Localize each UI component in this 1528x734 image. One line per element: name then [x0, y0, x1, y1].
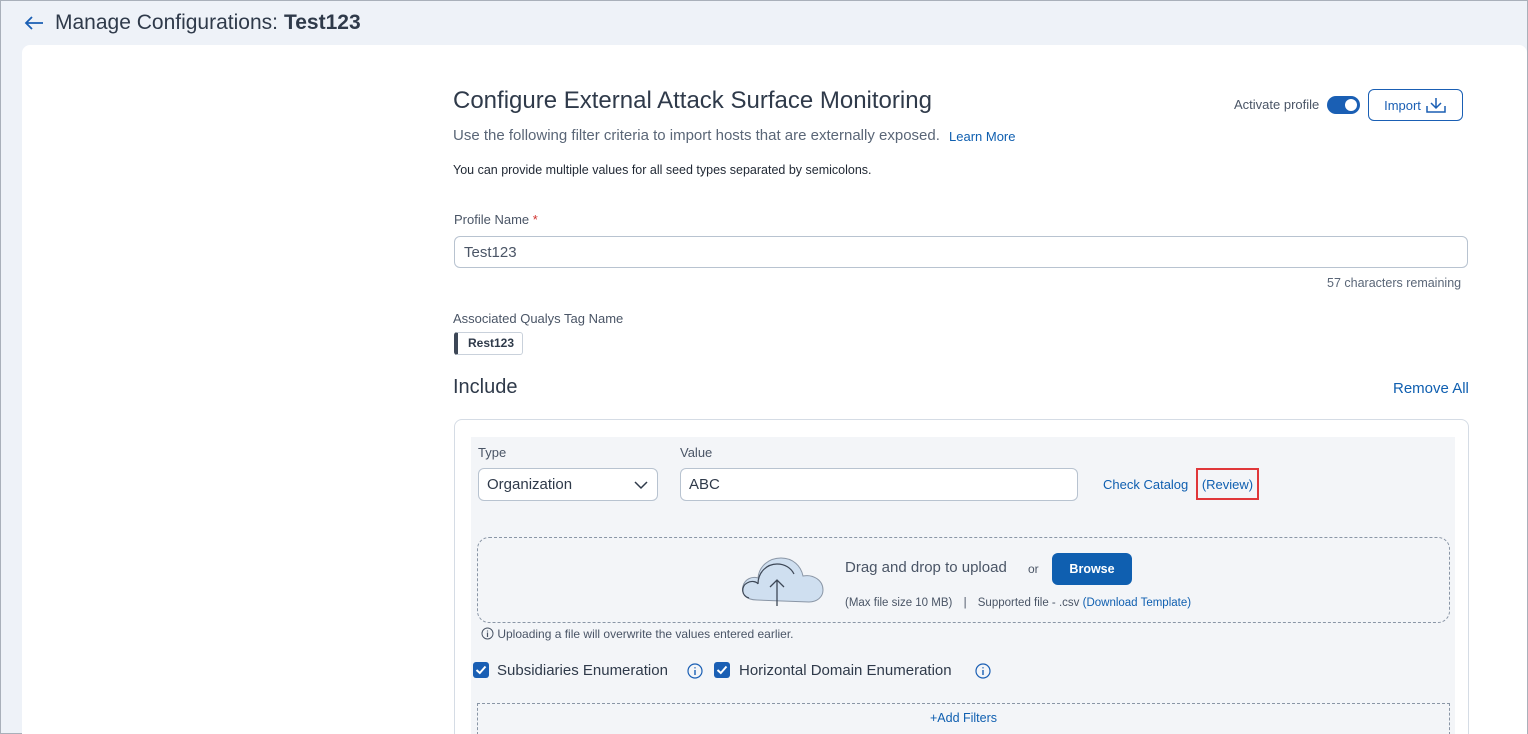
type-select[interactable]: Organization	[478, 468, 658, 501]
value-label: Value	[680, 445, 713, 460]
form-note: You can provide multiple values for all …	[453, 163, 872, 177]
remove-all-link[interactable]: Remove All	[1393, 380, 1469, 397]
add-filters-button[interactable]: + Add Filters	[477, 703, 1450, 734]
upload-note: Uploading a file will overwrite the valu…	[481, 627, 794, 641]
value-input[interactable]	[680, 468, 1078, 501]
subsidiaries-info-icon[interactable]	[687, 663, 703, 679]
profile-name-label: Profile Name *	[454, 212, 538, 227]
include-heading: Include	[453, 376, 518, 398]
max-file-size: (Max file size 10 MB)	[845, 597, 953, 609]
upload-dropzone[interactable]	[477, 537, 1450, 623]
form-subtitle: Use the following filter criteria to imp…	[453, 127, 940, 144]
add-filters-label: Add Filters	[937, 711, 998, 725]
checkmark-icon	[716, 665, 728, 675]
top-bar: Manage Configurations: Test123	[1, 1, 1527, 45]
download-icon	[1426, 98, 1446, 113]
or-text: or	[1028, 562, 1039, 576]
characters-remaining: 57 characters remaining	[1327, 276, 1462, 290]
info-icon	[481, 627, 494, 640]
tag-name-label: Associated Qualys Tag Name	[453, 311, 624, 326]
horizontal-domain-checkbox[interactable]	[714, 662, 730, 678]
checkmark-icon	[475, 665, 487, 675]
cloud-upload-icon	[742, 557, 824, 606]
import-button[interactable]: Import	[1368, 89, 1463, 121]
page-title-label: Manage Configurations:	[55, 11, 278, 34]
download-template-link[interactable]: (Download Template)	[1083, 597, 1191, 609]
profile-name-input[interactable]	[454, 236, 1468, 268]
back-arrow-icon[interactable]	[23, 13, 45, 33]
file-info: (Max file size 10 MB) | Supported file -…	[845, 597, 1191, 609]
import-button-label: Import	[1384, 97, 1421, 113]
subsidiaries-label: Subsidiaries Enumeration	[497, 662, 668, 679]
config-name: Test123	[283, 11, 361, 34]
chevron-down-icon	[634, 480, 648, 489]
subsidiaries-checkbox[interactable]	[473, 662, 489, 678]
learn-more-link[interactable]: Learn More	[949, 129, 1015, 144]
browse-button[interactable]: Browse	[1052, 553, 1132, 585]
drag-drop-text: Drag and drop to upload	[845, 559, 1007, 576]
required-mark: *	[532, 212, 538, 227]
form-heading: Configure External Attack Surface Monito…	[453, 87, 932, 114]
supported-file: Supported file - .csv	[977, 597, 1080, 609]
check-catalog-link[interactable]: Check Catalog	[1103, 477, 1188, 492]
page-title: Manage Configurations: Test123	[55, 11, 361, 35]
horizontal-domain-label: Horizontal Domain Enumeration	[739, 662, 952, 679]
upload-note-text: Uploading a file will overwrite the valu…	[497, 627, 794, 641]
profile-name-label-text: Profile Name	[454, 212, 530, 227]
file-info-separator: |	[963, 597, 967, 609]
review-link[interactable]: (Review)	[1202, 477, 1253, 492]
activate-profile-label: Activate profile	[1234, 97, 1320, 112]
toggle-knob	[1345, 99, 1357, 111]
type-select-value: Organization	[487, 476, 573, 493]
activate-profile-toggle[interactable]	[1327, 96, 1360, 114]
type-label: Type	[478, 445, 507, 460]
plus-icon: +	[929, 711, 938, 725]
review-highlight: (Review)	[1196, 468, 1259, 500]
horizontal-domain-info-icon[interactable]	[975, 663, 991, 679]
tag-chip: Rest123	[454, 332, 524, 355]
